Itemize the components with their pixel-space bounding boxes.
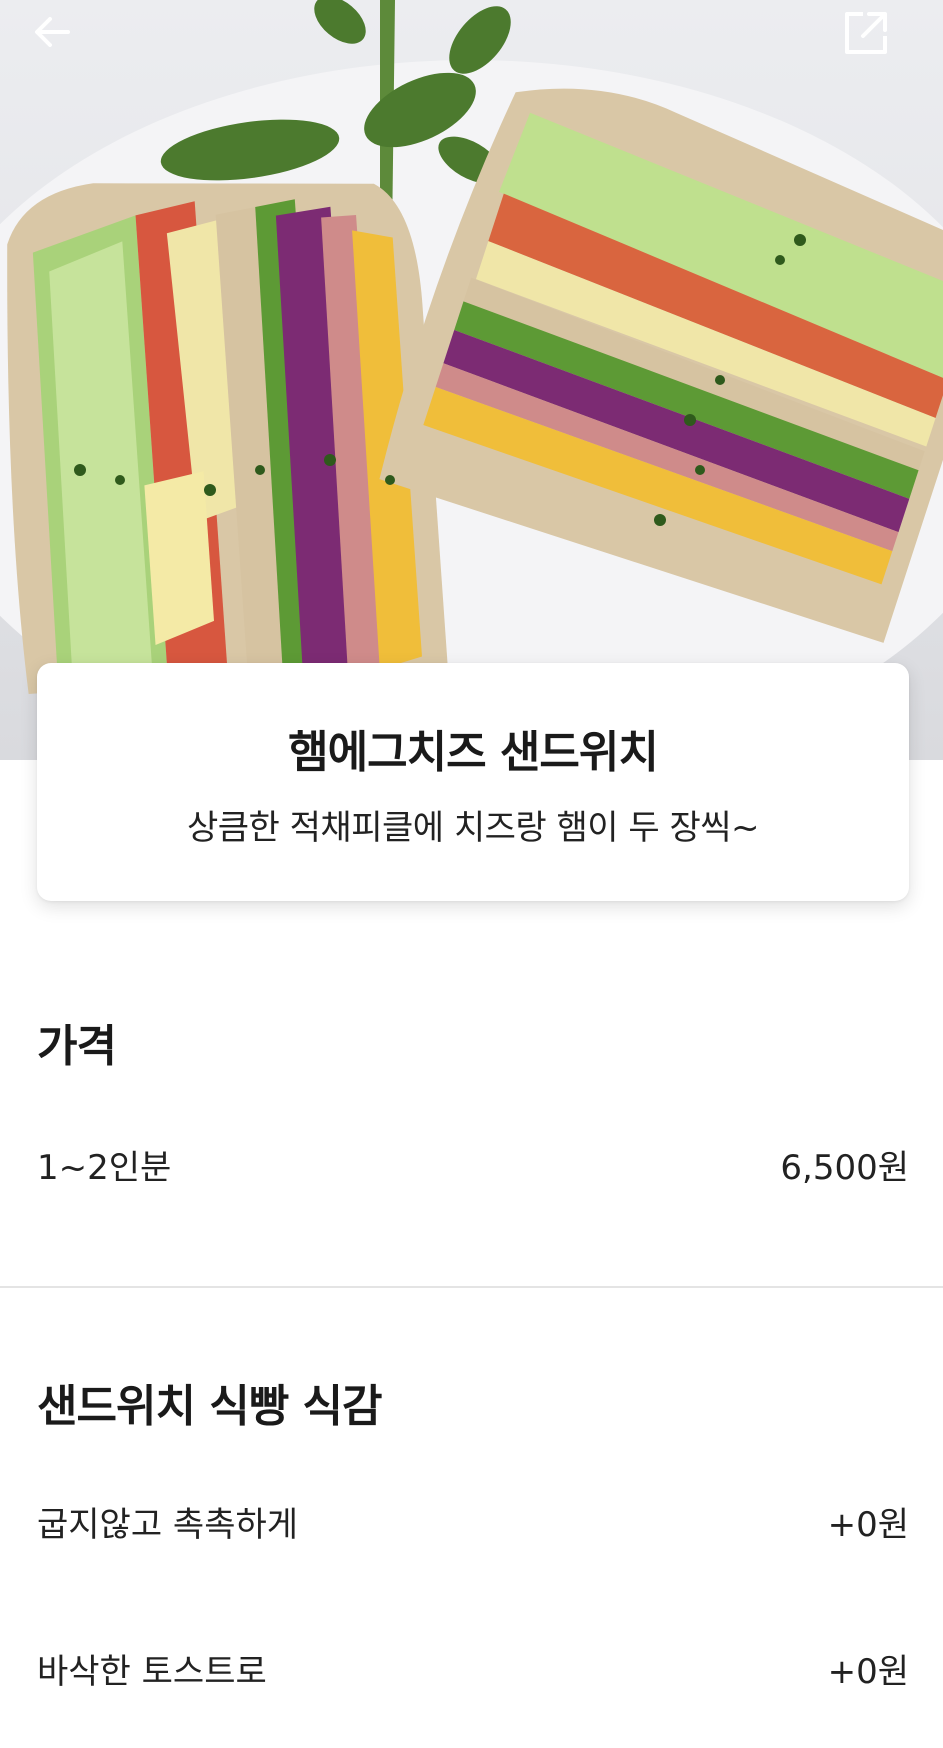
back-button[interactable] [30,10,100,80]
bread-option-label: 굽지않고 촉촉하게 [37,1505,299,1545]
bread-section-title: 샌드위치 식빵 식감 [37,1381,382,1432]
bread-option-row-toast[interactable]: 바삭한 토스트로 +0원 [37,1644,909,1693]
product-hero-image [0,0,943,760]
bread-option-price: +0원 [827,1652,909,1692]
section-divider [0,1286,943,1288]
product-info-card: 햄에그치즈 샌드위치 상큼한 적채피클에 치즈랑 햄이 두 장씩~ [37,663,909,901]
price-option-label: 1~2인분 [37,1148,172,1188]
sandwich-photo [0,0,943,760]
product-name: 햄에그치즈 샌드위치 [288,726,659,778]
price-section: 가격 [37,1010,909,1074]
price-option-row[interactable]: 1~2인분 6,500원 [37,1140,909,1189]
product-description: 상큼한 적채피클에 치즈랑 햄이 두 장씩~ [186,807,760,848]
share-button[interactable] [843,10,913,80]
share-external-icon [845,12,887,54]
bread-option-price: +0원 [827,1505,909,1545]
price-section-title: 가격 [37,1021,117,1072]
price-option-value: 6,500원 [780,1148,909,1188]
arrow-left-icon [35,17,70,47]
bread-option-row-soft[interactable]: 굽지않고 촉촉하게 +0원 [37,1497,909,1546]
bread-option-label: 바삭한 토스트로 [37,1652,267,1692]
bread-texture-section: 샌드위치 식빵 식감 [37,1370,909,1434]
